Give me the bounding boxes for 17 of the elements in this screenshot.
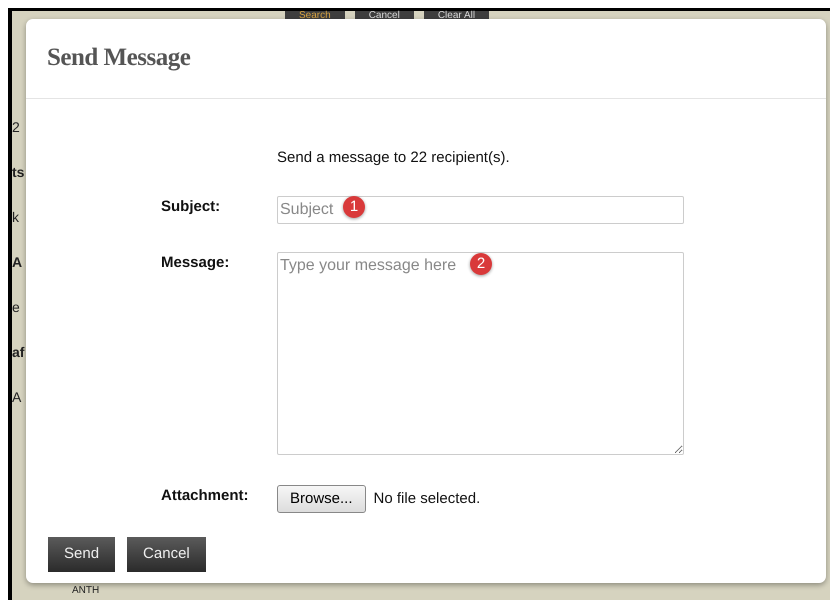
background-text: af [12, 343, 26, 362]
browse-button[interactable]: Browse... [277, 484, 366, 513]
send-button[interactable]: Send [48, 537, 116, 572]
background-text: A [12, 253, 24, 272]
background-text: e [12, 298, 21, 317]
field-label: Message: [160, 252, 230, 272]
background-text: k [12, 208, 20, 227]
field-label: Subject: [160, 196, 222, 216]
field-label: Attachment: [160, 486, 250, 506]
background-text: ANTH [72, 586, 100, 596]
background-text: ts [12, 163, 26, 182]
file-status: No file selected. [374, 488, 480, 508]
intro-text: Send a message to 22 recipient(s). [276, 148, 511, 168]
cancel-button[interactable]: Cancel [127, 537, 206, 572]
dialog-title: Send Message [47, 43, 192, 73]
background-text: 2 [12, 118, 21, 137]
background-text: A [12, 388, 22, 407]
